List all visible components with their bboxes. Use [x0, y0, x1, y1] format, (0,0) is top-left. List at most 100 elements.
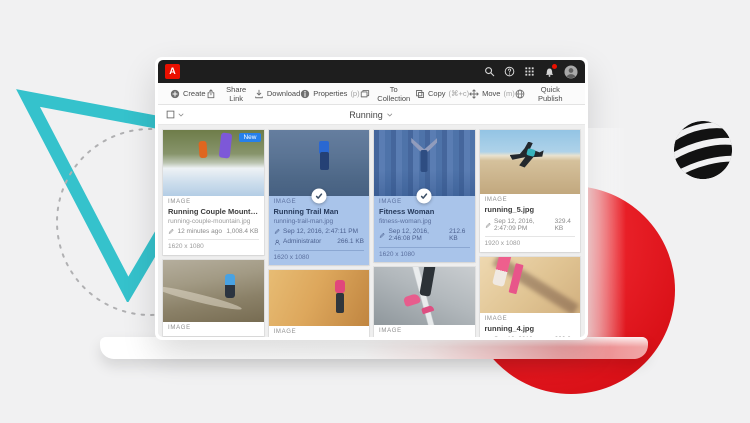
- fitness-woman-forest-thumbnail: [374, 130, 475, 196]
- topbar-icon-group: [484, 65, 578, 79]
- laptop-base: [100, 337, 648, 359]
- toolbar-download-button[interactable]: Download: [254, 89, 300, 99]
- toolbar-label: Move: [482, 89, 500, 98]
- asset-toolbar: CreateShare Link DownloadProperties(p) To …: [158, 83, 585, 105]
- asset-filename: running-couple-mountain.jpg: [168, 218, 259, 225]
- asset-info: IMAGERunning Trail Manrunning-trail-man.…: [269, 196, 370, 265]
- hero-illustration: A CreateShare Link DownloadProperties(p) T…: [0, 0, 750, 423]
- asset-info: IMAGErunning_3.jpg: [374, 325, 475, 337]
- help-icon[interactable]: [504, 66, 515, 77]
- asset-info: IMAGE: [163, 322, 264, 336]
- autumn-runner-thumbnail: [269, 270, 370, 326]
- toolbar-quick-publish-button[interactable]: Quick Publish: [515, 85, 573, 103]
- notifications-icon[interactable]: [544, 66, 555, 77]
- sand-running-shoes-thumbnail: [480, 257, 581, 313]
- asset-card[interactable]: IMAGE running_5.jpg Sep 12, 2016, 2:47:09 …: [480, 130, 581, 252]
- laptop-screen: A CreateShare Link DownloadProperties(p) T…: [155, 57, 588, 340]
- selection-overlay: [374, 130, 475, 196]
- asset-filename: fitness-woman.jpg: [379, 218, 470, 225]
- user-icon: [274, 239, 281, 246]
- apps-icon[interactable]: [524, 66, 535, 77]
- asset-file-size: 266.1 KB: [337, 238, 364, 245]
- asset-meta-text: Sep 12, 2016, 2:47:11 PM: [283, 228, 358, 235]
- info-icon: [300, 89, 310, 99]
- pencil-icon: [168, 228, 175, 235]
- asset-column: NewIMAGERunning Couple Mountainrunning-c…: [163, 130, 264, 332]
- toolbar-shortcut: (⌘+c): [449, 89, 470, 98]
- selected-check-icon[interactable]: [311, 189, 326, 204]
- asset-info: IMAGErunning_4.jpgSep 12, 2016, 2:47:02 …: [480, 313, 581, 337]
- asset-dimensions: 1620 x 1080: [168, 239, 259, 250]
- asset-card[interactable]: IMAGErunning_1.jpg: [269, 270, 370, 337]
- avatar-icon[interactable]: [564, 65, 578, 79]
- toolbar-share-link-button[interactable]: Share Link: [206, 85, 254, 103]
- globe-icon: [515, 89, 525, 99]
- selected-check-icon[interactable]: [417, 189, 432, 204]
- asset-meta-text: Sep 12, 2016, 2:46:08 PM: [389, 228, 447, 243]
- toolbar-to-collection-button[interactable]: To Collection: [360, 85, 415, 103]
- asset-card[interactable]: IMAGEFitness Womanfitness-woman.jpgSep 1…: [374, 130, 475, 262]
- asset-title: Running Couple Mountain: [168, 208, 259, 217]
- card-view-toggle[interactable]: [166, 110, 185, 119]
- asset-title: running_4.jpg: [485, 325, 576, 334]
- striped-sphere-logo: [672, 119, 734, 181]
- asset-column: IMAGEFitness Womanfitness-woman.jpgSep 1…: [374, 130, 475, 332]
- collection-icon: [360, 89, 370, 99]
- toolbar-label: Download: [267, 89, 300, 98]
- asset-card[interactable]: IMAGERunning Trail Manrunning-trail-man.…: [269, 130, 370, 265]
- beach-sprinter-thumbnail: [480, 130, 581, 194]
- pencil-icon: [274, 228, 281, 235]
- move-icon: [469, 89, 479, 99]
- asset-type-label: IMAGE: [168, 199, 259, 206]
- asset-meta-text: Sep 12, 2016, 2:47:09 PM: [494, 218, 552, 233]
- download-icon: [254, 89, 264, 99]
- toolbar-properties-button[interactable]: Properties(p): [300, 89, 359, 99]
- folder-title[interactable]: Running: [349, 110, 394, 120]
- asset-meta-row: Sep 12, 2016, 2:47:11 PM: [274, 228, 365, 235]
- asset-column: IMAGERunning Trail Manrunning-trail-man.…: [269, 130, 370, 332]
- asset-card[interactable]: IMAGErunning_3.jpg: [374, 267, 475, 337]
- asset-title: running_5.jpg: [485, 206, 576, 215]
- asset-title: Running Trail Man: [274, 208, 365, 217]
- asset-card[interactable]: IMAGErunning_4.jpgSep 12, 2016, 2:47:02 …: [480, 257, 581, 337]
- asset-file-size: 290.3 KB: [555, 336, 575, 337]
- asset-meta-text: Sep 12, 2016, 2:47:02 PM: [494, 336, 552, 337]
- asset-dimensions: 1620 x 1080: [274, 250, 365, 261]
- asset-info: IMAGE running_5.jpg Sep 12, 2016, 2:47:09 …: [480, 194, 581, 252]
- asset-file-size: 329.4 KB: [555, 218, 575, 233]
- asset-file-size: 212.6 KB: [449, 228, 469, 243]
- view-bar: Running: [158, 105, 585, 125]
- asset-meta-row: Sep 12, 2016, 2:47:02 PM290.3 KB: [485, 336, 576, 337]
- aem-assets-window: A CreateShare Link DownloadProperties(p) T…: [158, 60, 585, 337]
- asset-meta-text: Administrator: [283, 238, 321, 245]
- trail-runner-man-thumbnail: [269, 130, 370, 196]
- plus-circle-icon: [170, 89, 180, 99]
- pencil-icon: [485, 222, 492, 229]
- asset-meta-text: 12 minutes ago: [178, 228, 222, 235]
- asset-file-size: 1,008.4 KB: [226, 228, 258, 235]
- asset-type-label: IMAGE: [485, 197, 576, 204]
- road-running-shoes-thumbnail: [374, 267, 475, 325]
- asset-info: IMAGEFitness Womanfitness-woman.jpgSep 1…: [374, 196, 475, 262]
- copy-icon: [415, 89, 425, 99]
- toolbar-move-button[interactable]: Move(m): [469, 89, 515, 99]
- mountain-trail-runner-thumbnail: [163, 260, 264, 322]
- search-icon[interactable]: [484, 66, 495, 77]
- toolbar-shortcut: (p): [350, 89, 359, 98]
- asset-card[interactable]: NewIMAGERunning Couple Mountainrunning-c…: [163, 130, 264, 255]
- notification-badge: [552, 64, 557, 69]
- toolbar-label: To Collection: [373, 85, 416, 103]
- card-view-icon: [166, 110, 175, 119]
- chevron-down-icon: [177, 111, 185, 119]
- app-topbar: A: [158, 60, 585, 83]
- adobe-logo[interactable]: A: [165, 64, 180, 79]
- toolbar-create-button[interactable]: Create: [170, 89, 206, 99]
- asset-info: IMAGErunning_1.jpg: [269, 326, 370, 337]
- asset-type-label: IMAGE: [274, 329, 365, 336]
- toolbar-label: Create: [183, 89, 206, 98]
- share-icon: [206, 89, 216, 99]
- toolbar-shortcut: (m): [503, 89, 514, 98]
- asset-card[interactable]: IMAGE: [163, 260, 264, 336]
- asset-type-label: IMAGE: [168, 325, 259, 332]
- toolbar-copy-button[interactable]: Copy(⌘+c): [415, 89, 469, 99]
